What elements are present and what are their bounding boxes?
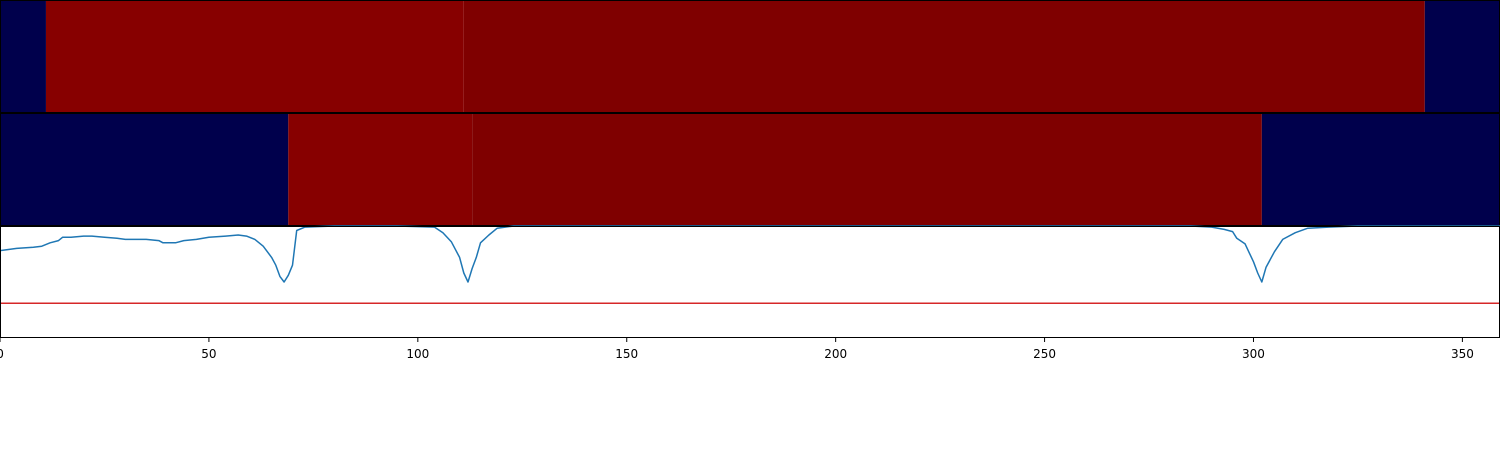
heatmap-cell [0, 0, 46, 113]
series-line [0, 225, 1500, 283]
x-tick-label: 250 [1033, 347, 1056, 361]
x-tick-label: 0 [0, 347, 4, 361]
figure: 0 50 100 150 200 250 300 350 [0, 0, 1500, 361]
heatmap-cell [463, 0, 1425, 113]
heatmap-cell [1424, 0, 1500, 113]
line-panel [0, 225, 1500, 338]
x-tick-label: 100 [406, 347, 429, 361]
x-tick-label: 150 [615, 347, 638, 361]
x-axis: 0 50 100 150 200 250 300 350 [0, 338, 1474, 361]
heatmap-cell [472, 113, 1262, 226]
heatmap-cell [0, 113, 289, 226]
heatmap-cell [1261, 113, 1500, 226]
heatmap-panel-middle [0, 113, 1500, 226]
heatmap-cell [288, 113, 473, 226]
heatmap-panel-top [0, 0, 1500, 113]
panel-frame [0, 226, 1500, 338]
x-tick-label: 200 [824, 347, 847, 361]
x-tick-label: 50 [201, 347, 216, 361]
x-tick-label: 350 [1451, 347, 1474, 361]
heatmap-cell [45, 0, 464, 113]
x-tick-label: 300 [1242, 347, 1265, 361]
